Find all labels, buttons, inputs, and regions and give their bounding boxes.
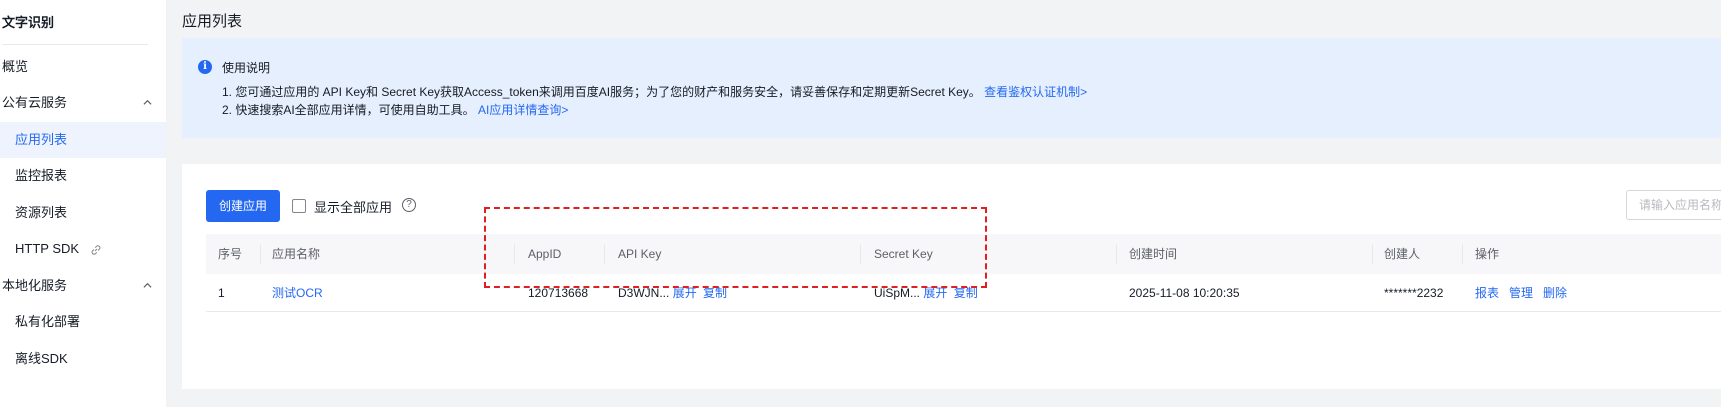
- sidebar-item-offline-sdk[interactable]: 离线SDK: [0, 341, 166, 377]
- column-separator: [260, 244, 261, 264]
- sidebar-title: 文字识别: [2, 15, 55, 30]
- help-icon[interactable]: ?: [402, 198, 416, 212]
- header-actions: 操作: [1475, 247, 1500, 261]
- cell-secret-key: UiSpM... 展开 复制: [874, 274, 978, 312]
- secret-key-expand-link[interactable]: 展开: [923, 286, 947, 300]
- cell-creator: *******2232: [1384, 286, 1444, 300]
- notice-line-2: 2. 快速搜索AI全部应用详情，可使用自助工具。 AI应用详情查询>: [222, 101, 568, 118]
- column-separator: [860, 244, 861, 264]
- table-row: 1 测试OCR 120713668 D3WJN... 展开 复制 UiSpM..…: [206, 274, 1721, 312]
- show-all-label[interactable]: 显示全部应用: [314, 197, 392, 216]
- sidebar-item-http-sdk[interactable]: HTTP SDK: [0, 231, 166, 267]
- notice-line-1-text: 1. 您可通过应用的 API Key和 Secret Key获取Access_t…: [222, 85, 981, 99]
- sidebar-item-label: 私有化部署: [15, 314, 81, 329]
- sidebar-item-label: HTTP SDK: [15, 241, 80, 256]
- page-title: 应用列表: [182, 13, 243, 30]
- sidebar-item-label: 资源列表: [15, 205, 68, 220]
- sidebar-group-public-cloud[interactable]: 公有云服务: [0, 85, 166, 121]
- sidebar-divider: [2, 44, 148, 45]
- cell-created-time: 2025-11-08 10:20:35: [1129, 286, 1240, 300]
- sidebar-item-overview[interactable]: 概览: [0, 49, 166, 85]
- sidebar-item-label: 概览: [2, 59, 29, 74]
- delete-link[interactable]: 删除: [1543, 286, 1567, 300]
- app-name-link[interactable]: 测试OCR: [272, 286, 323, 300]
- column-separator: [604, 244, 605, 264]
- sidebar-item-private-deploy[interactable]: 私有化部署: [0, 304, 166, 340]
- sidebar-group-label: 本地化服务: [2, 278, 68, 293]
- header-app-id: AppID: [528, 247, 562, 261]
- chevron-up-icon: [143, 99, 152, 105]
- app-list-card: 创建应用 显示全部应用 ? 序号 应用名称 AppID API Key Secr…: [182, 164, 1721, 389]
- api-key-expand-link[interactable]: 展开: [673, 286, 697, 300]
- sidebar-item-label: 监控报表: [15, 168, 68, 183]
- column-separator: [1116, 244, 1117, 264]
- search-input[interactable]: [1626, 190, 1721, 220]
- cell-index: 1: [218, 286, 225, 300]
- create-app-button[interactable]: 创建应用: [206, 190, 280, 222]
- cell-api-key: D3WJN... 展开 复制: [618, 274, 727, 312]
- column-separator: [1462, 244, 1463, 264]
- header-secret-key: Secret Key: [874, 247, 933, 261]
- report-link[interactable]: 报表: [1475, 286, 1499, 300]
- header-created-time: 创建时间: [1129, 247, 1178, 261]
- sidebar-group-label: 公有云服务: [2, 95, 68, 110]
- show-all-checkbox[interactable]: [292, 199, 306, 213]
- sidebar-item-label: 应用列表: [15, 132, 68, 147]
- sidebar-item-monitor-report[interactable]: 监控报表: [0, 158, 166, 194]
- cell-actions: 报表 管理 删除: [1475, 274, 1577, 312]
- sidebar-item-app-list[interactable]: 应用列表: [0, 122, 166, 158]
- external-link-icon: [91, 244, 101, 255]
- column-separator: [514, 244, 515, 264]
- table-header: 序号 应用名称 AppID API Key Secret Key 创建时间 创建…: [206, 234, 1721, 274]
- api-key-copy-link[interactable]: 复制: [703, 286, 727, 300]
- sidebar-item-label: 离线SDK: [15, 351, 68, 366]
- header-app-name: 应用名称: [272, 247, 321, 261]
- cell-app-name: 测试OCR: [272, 274, 323, 312]
- notice-title: 使用说明: [222, 61, 271, 75]
- info-icon: i: [198, 60, 212, 74]
- header-index: 序号: [218, 247, 243, 261]
- notice-line-2-text: 2. 快速搜索AI全部应用详情，可使用自助工具。: [222, 103, 475, 117]
- cell-app-id: 120713668: [528, 286, 589, 300]
- sidebar-group-local-service[interactable]: 本地化服务: [0, 268, 166, 304]
- usage-notice: i 使用说明 1. 您可通过应用的 API Key和 Secret Key获取A…: [182, 38, 1721, 138]
- secret-key-copy-link[interactable]: 复制: [954, 286, 978, 300]
- column-separator: [1372, 244, 1373, 264]
- header-api-key: API Key: [618, 247, 662, 261]
- secret-key-value: UiSpM...: [874, 286, 921, 300]
- sidebar: 文字识别 概览 公有云服务 应用列表 监控报表 资源列表 HTTP SDK 本地…: [0, 0, 166, 407]
- sidebar-item-resource-list[interactable]: 资源列表: [0, 195, 166, 231]
- chevron-up-icon: [143, 282, 152, 288]
- notice-line-1: 1. 您可通过应用的 API Key和 Secret Key获取Access_t…: [222, 83, 1087, 100]
- manage-link[interactable]: 管理: [1509, 286, 1533, 300]
- auth-mechanism-link[interactable]: 查看鉴权认证机制>: [984, 85, 1087, 99]
- header-creator: 创建人: [1384, 247, 1421, 261]
- api-key-value: D3WJN...: [618, 286, 670, 300]
- ai-app-query-link[interactable]: AI应用详情查询>: [478, 103, 568, 117]
